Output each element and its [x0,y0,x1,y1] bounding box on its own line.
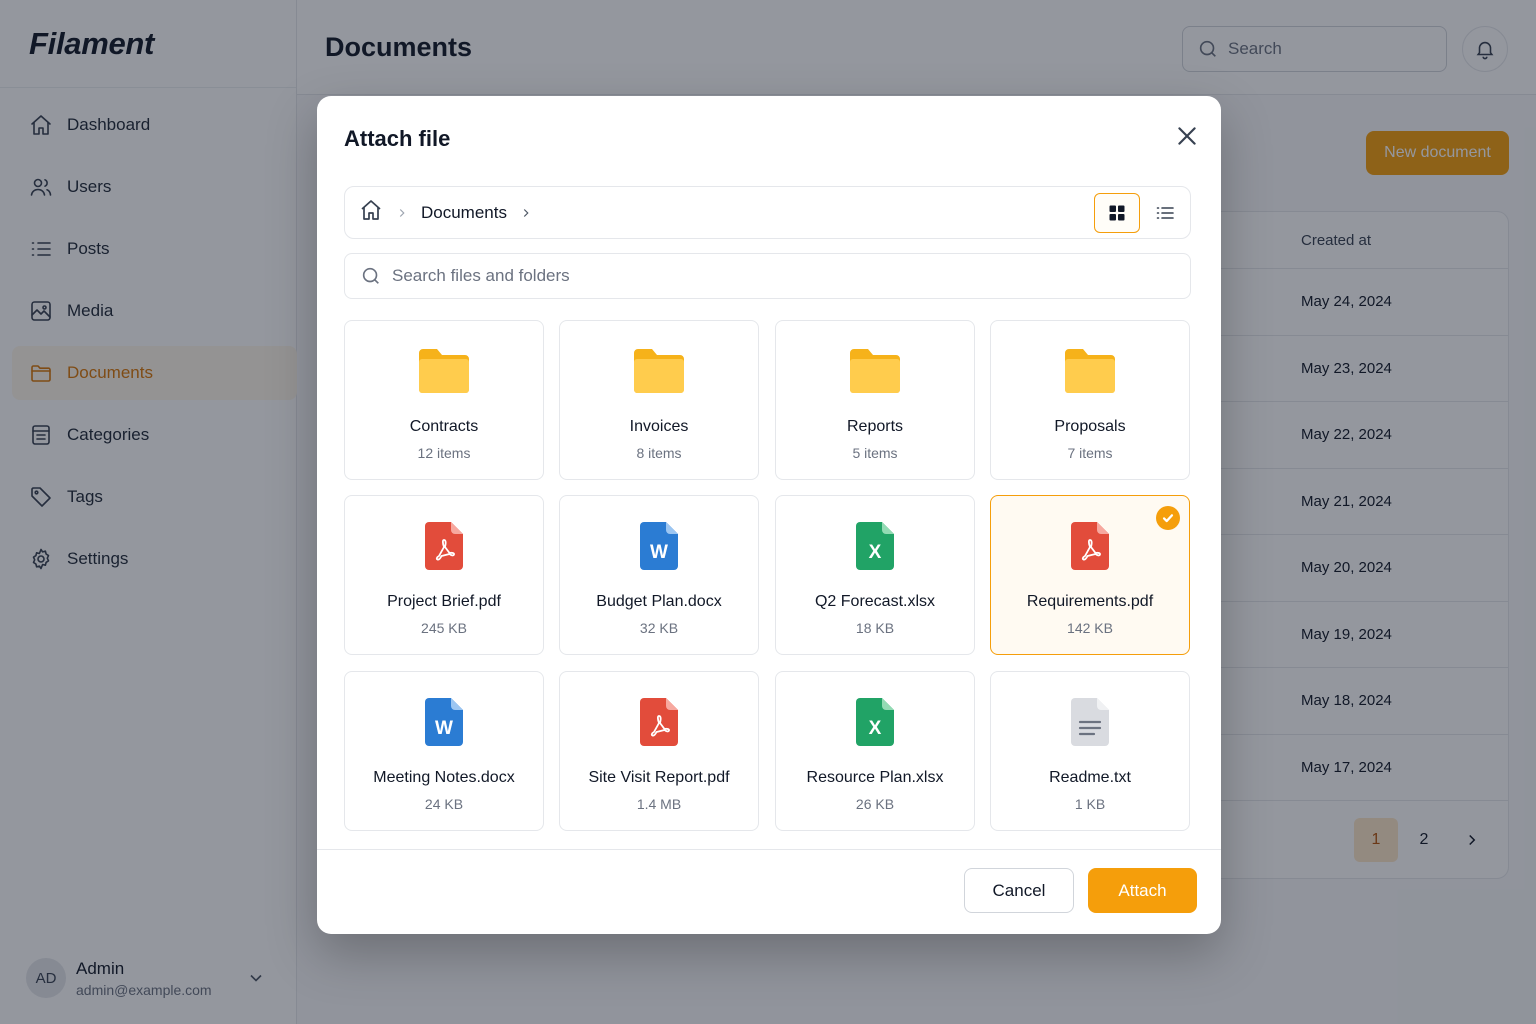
folder-tile[interactable]: Invoices 8 items [559,320,759,480]
word-file-icon: W [425,698,463,746]
file-tile[interactable]: Site Visit Report.pdf 1.4 MB [559,671,759,831]
view-toggle [1094,186,1190,239]
chevron-right-icon[interactable] [519,206,533,220]
file-tile[interactable]: X Resource Plan.xlsx 26 KB [775,671,975,831]
item-name: Requirements.pdf [1026,593,1154,610]
pdf-file-icon [1071,522,1109,570]
file-tile[interactable]: Project Brief.pdf 245 KB [344,495,544,655]
file-tile[interactable]: W Budget Plan.docx 32 KB [559,495,759,655]
item-meta: 1 KB [1074,796,1106,812]
item-meta: 12 items [417,445,471,461]
folder-icon [1065,349,1115,393]
item-name: Budget Plan.docx [596,593,722,610]
modal-footer: Cancel Attach [317,849,1221,934]
svg-text:W: W [650,542,668,563]
item-meta: 7 items [1067,445,1113,461]
excel-file-icon: X [856,522,894,570]
item-meta: 142 KB [1067,620,1113,636]
chevron-right-icon [395,206,409,220]
file-search-input[interactable]: Search files and folders [344,253,1191,299]
attach-button[interactable]: Attach [1088,868,1197,913]
item-name: Readme.txt [1049,769,1131,786]
close-button[interactable] [1174,123,1200,149]
item-name: Resource Plan.xlsx [806,769,944,786]
excel-file-icon: X [856,698,894,746]
item-meta: 32 KB [639,620,679,636]
breadcrumb-documents[interactable]: Documents [421,203,507,223]
item-meta: 24 KB [424,796,464,812]
home-icon [361,200,381,220]
item-name: Project Brief.pdf [387,593,501,610]
list-icon [1156,206,1174,219]
item-name: Meeting Notes.docx [373,769,515,786]
breadcrumb-home[interactable] [359,198,383,227]
item-meta: 18 KB [855,620,895,636]
modal-title: Attach file [344,126,451,151]
svg-text:W: W [435,718,453,739]
pdf-file-icon [425,522,463,570]
grid-view-button[interactable] [1094,192,1140,233]
search-icon [362,267,379,284]
folder-icon [850,349,900,393]
folder-tile[interactable]: Contracts 12 items [344,320,544,480]
close-icon [1178,127,1196,145]
svg-text:X: X [869,542,882,563]
folder-icon [419,349,469,393]
folder-tile[interactable]: Proposals 7 items [990,320,1190,480]
item-name: Contracts [409,418,479,435]
pdf-file-icon [640,698,678,746]
text-file-icon [1071,698,1109,746]
item-meta: 1.4 MB [636,796,682,812]
svg-text:X: X [869,718,882,739]
item-meta: 245 KB [421,620,467,636]
item-name: Proposals [1054,418,1126,435]
breadcrumb: Documents [344,186,1191,239]
item-name: Site Visit Report.pdf [588,769,730,786]
item-name: Invoices [629,418,689,435]
folder-icon [634,349,684,393]
file-tile-selected[interactable]: Requirements.pdf 142 KB [990,495,1190,655]
cancel-button[interactable]: Cancel [964,868,1074,913]
file-tile[interactable]: X Q2 Forecast.xlsx 18 KB [775,495,975,655]
search-placeholder: Search files and folders [392,266,570,285]
item-meta: 8 items [636,445,682,461]
attach-file-modal: Attach file Documents Search files and f… [317,96,1221,934]
word-file-icon: W [640,522,678,570]
item-meta: 5 items [852,445,898,461]
list-view-button[interactable] [1142,193,1188,233]
file-tile[interactable]: Readme.txt 1 KB [990,671,1190,831]
item-name: Reports [846,418,904,435]
folder-tile[interactable]: Reports 5 items [775,320,975,480]
file-tile[interactable]: W Meeting Notes.docx 24 KB [344,671,544,831]
item-meta: 26 KB [855,796,895,812]
grid-icon [1109,205,1125,220]
item-name: Q2 Forecast.xlsx [814,593,936,610]
